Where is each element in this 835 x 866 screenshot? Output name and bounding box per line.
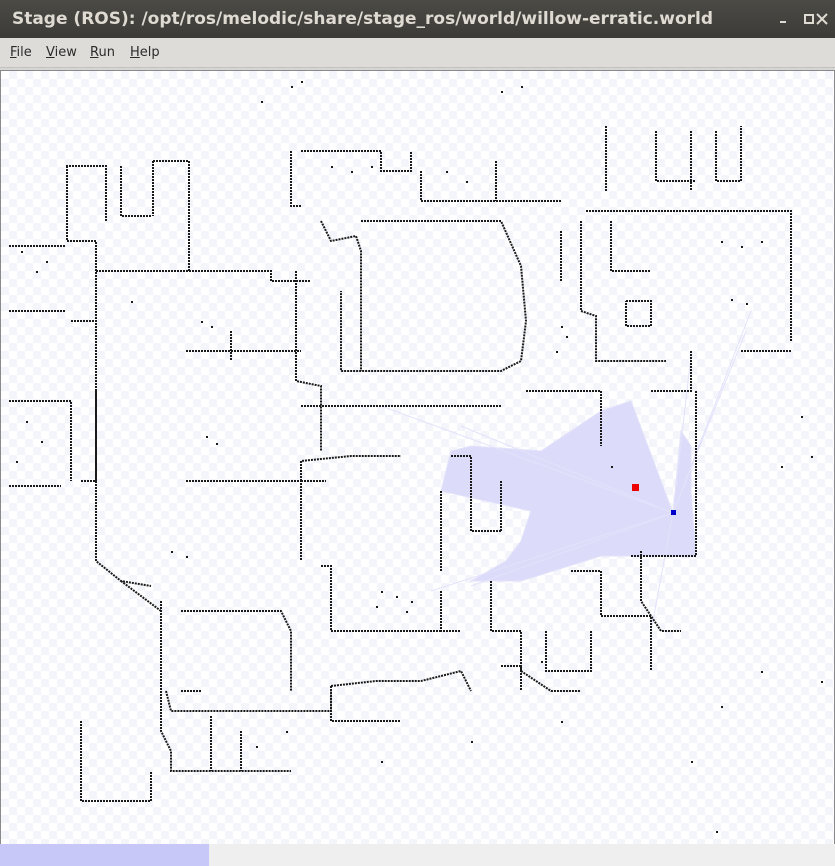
menu-file[interactable]: File [10, 45, 32, 60]
menu-help-mnemonic: H [130, 45, 140, 60]
status-bar [0, 844, 835, 866]
menu-view[interactable]: View [46, 45, 77, 60]
close-button[interactable] [814, 11, 830, 27]
menu-view-label: iew [54, 45, 77, 60]
menu-help-label: elp [139, 45, 160, 60]
world-view[interactable] [0, 70, 835, 845]
robot-position-icon[interactable] [671, 510, 676, 515]
close-icon [816, 13, 828, 25]
minimize-glyph-icon [780, 21, 786, 23]
menu-help[interactable]: Help [130, 45, 160, 60]
menu-view-mnemonic: V [46, 45, 55, 60]
map-walls [9, 126, 792, 802]
map-noise [16, 81, 823, 833]
red-block-marker[interactable] [632, 484, 639, 491]
window-title: Stage (ROS): /opt/ros/melodic/share/stag… [11, 9, 714, 29]
minimize-button[interactable] [776, 12, 790, 26]
world-map[interactable] [1, 71, 834, 844]
title-bar: Stage (ROS): /opt/ros/melodic/share/stag… [0, 0, 835, 38]
menu-file-label: ile [16, 45, 32, 60]
menu-bar: File View Run Help [0, 38, 835, 68]
status-progress-bar [0, 844, 209, 866]
menu-run[interactable]: Run [90, 45, 115, 60]
menu-run-label: un [98, 45, 115, 60]
